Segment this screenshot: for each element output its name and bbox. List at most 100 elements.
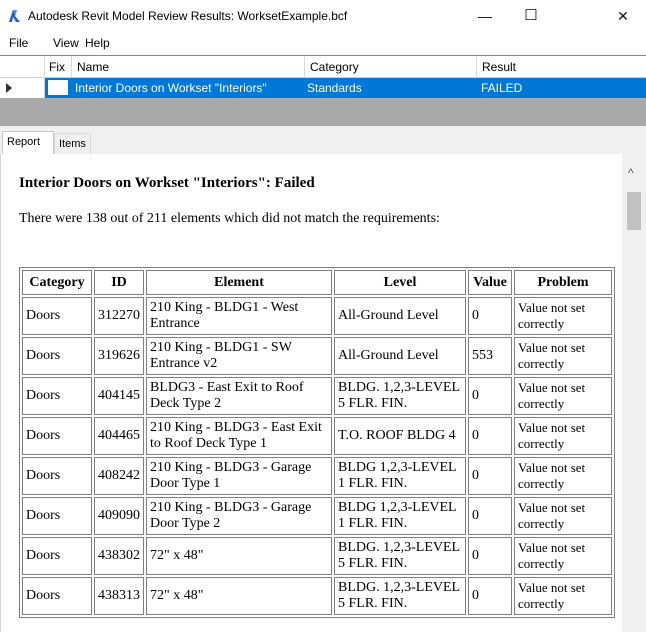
cell-id: 404145 xyxy=(94,377,144,415)
cell-value: 0 xyxy=(468,297,512,335)
cell-level: BLDG. 1,2,3-LEVEL 5 FLR. FIN. xyxy=(334,377,466,415)
cell-category: Doors xyxy=(22,297,92,335)
table-row: Doors 312270 210 King - BLDG1 - West Entra… xyxy=(22,297,612,335)
cell-element: 72" x 48" xyxy=(146,577,332,615)
cell-id: 404465 xyxy=(94,417,144,455)
grid-header: Fix Name Category Result xyxy=(0,56,646,78)
cell-problem: Value not set correctly xyxy=(514,497,612,535)
cell-level: BLDG. 1,2,3-LEVEL 5 FLR. FIN. xyxy=(334,537,466,575)
row-result: FAILED xyxy=(481,81,523,95)
tab-strip: Report Items xyxy=(0,126,646,154)
table-row: Doors 409090 210 King - BLDG3 - Garage Doo… xyxy=(22,497,612,535)
cell-element: 210 King - BLDG1 - SW Entrance v2 xyxy=(146,337,332,375)
current-row-arrow-icon xyxy=(6,83,12,93)
cell-element: 210 King - BLDG3 - Garage Door Type 2 xyxy=(146,497,332,535)
table-row: Doors 438313 72" x 48" BLDG. 1,2,3-LEVEL 5 … xyxy=(22,577,612,615)
window-title: Autodesk Revit Model Review Results: Wor… xyxy=(28,9,348,23)
header-category: Category xyxy=(22,270,92,295)
cell-level: BLDG 1,2,3-LEVEL 1 FLR. FIN. xyxy=(334,497,466,535)
report-title: Interior Doors on Workset "Interiors": F… xyxy=(19,175,315,191)
cell-element: 210 King - BLDG3 - East Exit to Roof Dec… xyxy=(146,417,332,455)
column-header-result[interactable]: Result xyxy=(482,60,516,74)
cell-category: Doors xyxy=(22,377,92,415)
cell-id: 408242 xyxy=(94,457,144,495)
maximize-button[interactable]: ☐ xyxy=(508,0,554,32)
cell-level: All-Ground Level xyxy=(334,337,466,375)
row-category: Standards xyxy=(307,81,362,95)
cell-problem: Value not set correctly xyxy=(514,377,612,415)
revit-logo-icon xyxy=(9,10,20,22)
cell-problem: Value not set correctly xyxy=(514,337,612,375)
tab-items[interactable]: Items xyxy=(54,133,91,154)
table-row: Doors 404465 210 King - BLDG3 - East Exit … xyxy=(22,417,612,455)
cell-value: 0 xyxy=(468,577,512,615)
cell-value: 0 xyxy=(468,537,512,575)
cell-category: Doors xyxy=(22,417,92,455)
cell-element: 210 King - BLDG1 - West Entrance xyxy=(146,297,332,335)
menu-view[interactable]: View xyxy=(53,36,79,50)
column-separator xyxy=(71,56,72,77)
column-separator xyxy=(304,56,305,77)
cell-level: T.O. ROOF BLDG 4 xyxy=(334,417,466,455)
grid-row[interactable]: Interior Doors on Workset "Interiors" St… xyxy=(0,78,646,98)
cell-value: 553 xyxy=(468,337,512,375)
cell-id: 312270 xyxy=(94,297,144,335)
cell-value: 0 xyxy=(468,457,512,495)
tab-report[interactable]: Report xyxy=(2,131,54,154)
cell-category: Doors xyxy=(22,337,92,375)
header-id: ID xyxy=(94,270,144,295)
column-separator xyxy=(476,56,477,77)
fix-checkbox[interactable] xyxy=(48,80,68,95)
cell-problem: Value not set correctly xyxy=(514,417,612,455)
table-row: Doors 408242 210 King - BLDG3 - Garage Doo… xyxy=(22,457,612,495)
cell-id: 438313 xyxy=(94,577,144,615)
table-row: Doors 438302 72" x 48" BLDG. 1,2,3-LEVEL 5 … xyxy=(22,537,612,575)
cell-level: BLDG 1,2,3-LEVEL 1 FLR. FIN. xyxy=(334,457,466,495)
column-separator xyxy=(44,56,45,77)
header-problem: Problem xyxy=(514,270,612,295)
cell-id: 438302 xyxy=(94,537,144,575)
selected-row[interactable]: Interior Doors on Workset "Interiors" St… xyxy=(45,78,646,98)
menu-bar: File View Help xyxy=(0,32,646,54)
scroll-up-arrow-icon[interactable]: ^ xyxy=(628,166,634,180)
cell-problem: Value not set correctly xyxy=(514,297,612,335)
close-button[interactable]: ✕ xyxy=(600,0,646,32)
column-header-fix[interactable]: Fix xyxy=(49,60,65,74)
cell-category: Doors xyxy=(22,577,92,615)
results-grid: Fix Name Category Result Interior Doors … xyxy=(0,55,646,127)
cell-category: Doors xyxy=(22,457,92,495)
cell-category: Doors xyxy=(22,537,92,575)
menu-file[interactable]: File xyxy=(9,36,28,50)
menu-help[interactable]: Help xyxy=(85,36,110,50)
cell-element: 72" x 48" xyxy=(146,537,332,575)
row-name: Interior Doors on Workset "Interiors" xyxy=(75,81,267,95)
cell-element: BLDG3 - East Exit to Roof Deck Type 2 xyxy=(146,377,332,415)
column-header-name[interactable]: Name xyxy=(77,60,109,74)
table-header-row: Category ID Element Level Value Problem xyxy=(22,270,612,295)
table-row: Doors 404145 BLDG3 - East Exit to Roof Dec… xyxy=(22,377,612,415)
vertical-scrollbar[interactable]: ^ xyxy=(622,154,646,632)
cell-id: 409090 xyxy=(94,497,144,535)
column-header-category[interactable]: Category xyxy=(310,60,359,74)
header-element: Element xyxy=(146,270,332,295)
header-level: Level xyxy=(334,270,466,295)
cell-element: 210 King - BLDG3 - Garage Door Type 1 xyxy=(146,457,332,495)
cell-problem: Value not set correctly xyxy=(514,537,612,575)
cell-id: 319626 xyxy=(94,337,144,375)
scroll-thumb[interactable] xyxy=(627,192,641,230)
cell-value: 0 xyxy=(468,377,512,415)
table-row: Doors 319626 210 King - BLDG1 - SW Entranc… xyxy=(22,337,612,375)
cell-level: All-Ground Level xyxy=(334,297,466,335)
cell-value: 0 xyxy=(468,497,512,535)
minimize-button[interactable]: — xyxy=(462,0,508,32)
title-bar: Autodesk Revit Model Review Results: Wor… xyxy=(0,0,646,32)
cell-value: 0 xyxy=(468,417,512,455)
header-value: Value xyxy=(468,270,512,295)
cell-problem: Value not set correctly xyxy=(514,457,612,495)
report-panel: Interior Doors on Workset "Interiors": F… xyxy=(0,154,623,632)
results-table: Category ID Element Level Value Problem … xyxy=(19,267,615,618)
report-summary: There were 138 out of 211 elements which… xyxy=(19,211,440,226)
cell-level: BLDG. 1,2,3-LEVEL 5 FLR. FIN. xyxy=(334,577,466,615)
cell-category: Doors xyxy=(22,497,92,535)
row-selector[interactable] xyxy=(0,78,45,98)
